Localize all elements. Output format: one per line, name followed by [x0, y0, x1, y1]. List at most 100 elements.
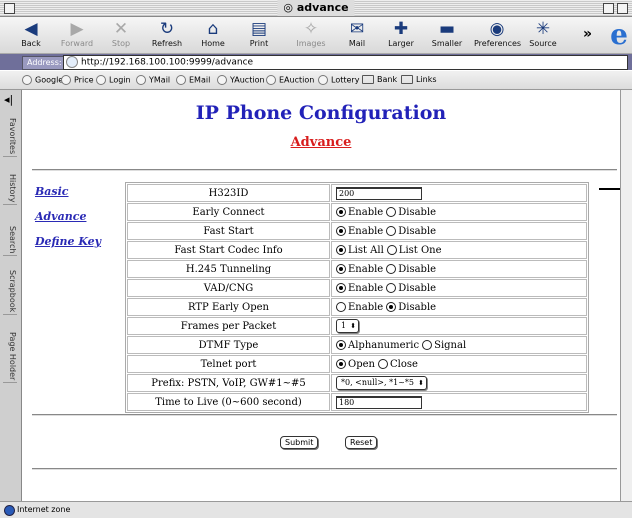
- refresh-button[interactable]: ↻ Refresh: [144, 19, 190, 48]
- radio-button[interactable]: [336, 245, 346, 255]
- radio-button[interactable]: [386, 207, 397, 217]
- radio-button[interactable]: [386, 226, 397, 236]
- toolbar-overflow-icon[interactable]: »: [583, 26, 592, 42]
- favorite-login[interactable]: Login: [96, 75, 131, 85]
- config-row: VAD/CNG Enable Disable: [127, 279, 587, 297]
- radio-button[interactable]: [336, 207, 346, 217]
- source-button[interactable]: ✳ Source: [520, 19, 566, 48]
- bookmark-icon: [136, 75, 146, 85]
- home-button[interactable]: ⌂ Home: [190, 19, 236, 48]
- address-input[interactable]: http://192.168.100.100:9999/advance: [63, 55, 628, 70]
- config-value-cell: *0, <null>, *1~*5 ⬍: [331, 374, 587, 392]
- window-title-text: advance: [296, 1, 349, 14]
- config-select[interactable]: *0, <null>, *1~*5 ⬍: [336, 376, 427, 390]
- config-row: Fast Start Enable Disable: [127, 222, 587, 240]
- page-icon: [66, 56, 78, 68]
- toolbar-button-label: Forward: [60, 39, 94, 48]
- stop-button[interactable]: ✕ Stop: [98, 19, 144, 48]
- back-button[interactable]: ◀ Back: [8, 19, 54, 48]
- address-url: http://192.168.100.100:9999/advance: [81, 57, 254, 68]
- favorite-ymail[interactable]: YMail: [136, 75, 170, 85]
- close-box[interactable]: [4, 3, 15, 14]
- favorite-price[interactable]: Price: [61, 75, 94, 85]
- toolbar-button-label: Source: [529, 39, 557, 48]
- radio-button[interactable]: [386, 245, 397, 255]
- radio-label: Alphanumeric: [348, 339, 420, 351]
- window-title-bar[interactable]: ◎ advance: [0, 0, 632, 17]
- larger-icon: ✚: [393, 19, 409, 39]
- radio-label: List One: [398, 244, 442, 256]
- favorite-eauction[interactable]: EAuction: [266, 75, 314, 85]
- vertical-scrollbar[interactable]: [620, 90, 632, 501]
- submit-button[interactable]: Submit: [280, 436, 319, 449]
- select-value: *0, <null>, *1~*5: [341, 378, 414, 387]
- config-label: Telnet port: [127, 355, 330, 373]
- radio-button[interactable]: [336, 359, 346, 369]
- reset-button[interactable]: Reset: [345, 436, 378, 449]
- favorite-label: Google: [35, 75, 64, 85]
- radio-button[interactable]: [422, 340, 433, 350]
- smaller-button[interactable]: ▬ Smaller: [424, 19, 470, 48]
- radio-label: Enable: [348, 263, 384, 275]
- stop-icon: ✕: [113, 19, 129, 39]
- config-text-input[interactable]: 180: [336, 395, 422, 409]
- radio-label: Enable: [348, 225, 384, 237]
- explorer-tab-search[interactable]: Search: [3, 224, 17, 257]
- mail-button[interactable]: ✉ Mail: [334, 19, 380, 48]
- config-row: Frames per Packet 1 ⬍: [127, 317, 587, 335]
- nav-link-advance[interactable]: Advance: [35, 210, 86, 223]
- browser-logo-icon: e: [610, 18, 628, 51]
- status-bar: Internet zone: [0, 501, 632, 518]
- address-label: Address:: [22, 56, 67, 70]
- middle-divider: [32, 414, 617, 416]
- source-icon: ✳: [535, 19, 551, 39]
- forward-arrow-icon: ▶: [70, 19, 84, 39]
- radio-button[interactable]: [336, 283, 346, 293]
- zoom-box[interactable]: [603, 3, 614, 14]
- config-value-cell: Enable Disable: [331, 279, 587, 297]
- preferences-icon: ◉: [489, 19, 505, 39]
- config-value-cell: 180: [331, 393, 587, 411]
- radio-button[interactable]: [336, 302, 346, 312]
- radio-button[interactable]: [386, 302, 397, 312]
- explorer-tab-history[interactable]: History: [3, 172, 17, 206]
- explorer-tab-scrapbook[interactable]: Scrapbook: [3, 268, 17, 316]
- explorer-tab-page-holder[interactable]: Page Holder: [3, 330, 17, 384]
- images-button[interactable]: ✧ Images: [288, 19, 334, 48]
- bookmark-icon: [61, 75, 71, 85]
- radio-button[interactable]: [386, 283, 397, 293]
- favorite-label: Login: [109, 75, 131, 85]
- collapse-box[interactable]: [617, 3, 628, 14]
- explorer-tab-favorites[interactable]: Favorites: [3, 116, 17, 158]
- window-title: ◎ advance: [277, 0, 355, 16]
- radio-label: Disable: [398, 282, 437, 294]
- favorite-links[interactable]: Links: [401, 75, 437, 84]
- config-row: RTP Early Open Enable Disable: [127, 298, 587, 316]
- config-text-input[interactable]: 200: [336, 186, 422, 200]
- favorite-label: EAuction: [279, 75, 315, 85]
- select-arrow-icon: ⬍: [350, 322, 356, 330]
- radio-label: Disable: [398, 225, 437, 237]
- favorite-lottery[interactable]: Lottery: [318, 75, 359, 85]
- radio-button[interactable]: [377, 359, 388, 369]
- radio-button[interactable]: [336, 340, 346, 350]
- forward-button[interactable]: ▶ Forward: [54, 19, 100, 48]
- print-button[interactable]: ▤ Print: [236, 19, 282, 48]
- toolbar-button-label: Back: [21, 39, 41, 48]
- preferences-button[interactable]: ◉ Preferences: [474, 19, 521, 48]
- favorite-yauction[interactable]: YAuction: [217, 75, 265, 85]
- toolbar-button-label: Images: [296, 39, 326, 48]
- config-row: Time to Live (0~600 second) 180: [127, 393, 587, 411]
- radio-button[interactable]: [336, 264, 346, 274]
- radio-button[interactable]: [386, 264, 397, 274]
- explorer-toggle-icon[interactable]: ◂|: [4, 94, 16, 106]
- larger-button[interactable]: ✚ Larger: [378, 19, 424, 48]
- config-label: RTP Early Open: [127, 298, 330, 316]
- nav-link-basic[interactable]: Basic: [35, 185, 69, 198]
- favorite-email[interactable]: EMail: [176, 75, 210, 85]
- config-select[interactable]: 1 ⬍: [336, 319, 359, 333]
- favorite-bank[interactable]: Bank: [362, 75, 397, 84]
- nav-link-define-key[interactable]: Define Key: [35, 235, 101, 248]
- favorite-google[interactable]: Google: [22, 75, 63, 85]
- radio-button[interactable]: [336, 226, 346, 236]
